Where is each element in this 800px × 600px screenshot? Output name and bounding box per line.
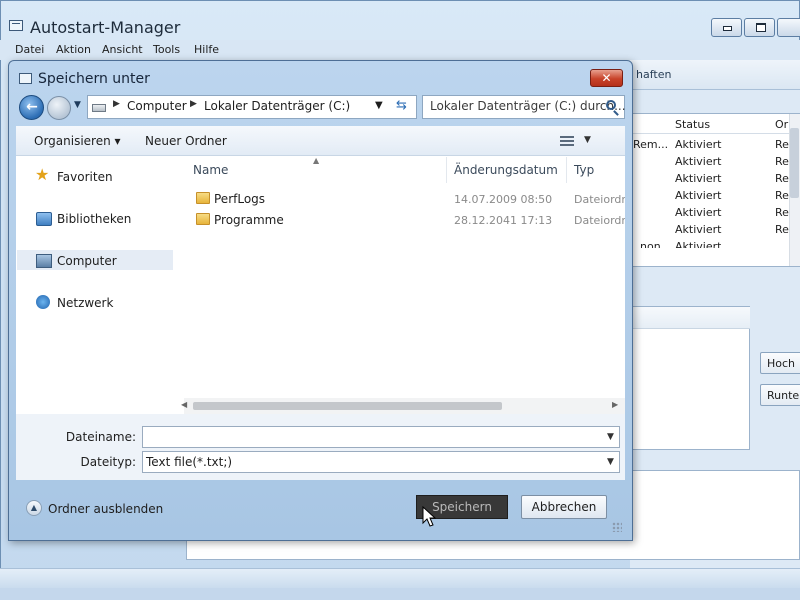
column-name[interactable]: Name bbox=[193, 163, 228, 177]
list-cell: Aktiviert bbox=[675, 138, 722, 151]
dialog-close-button[interactable]: ✕ bbox=[590, 69, 623, 87]
details-list-header bbox=[630, 307, 750, 329]
breadcrumb-chevron-icon[interactable]: ▶ bbox=[190, 99, 197, 109]
menu-tools[interactable]: Tools bbox=[153, 43, 180, 56]
menu-datei[interactable]: Datei bbox=[15, 43, 44, 56]
nav-label: Computer bbox=[57, 254, 117, 268]
view-dropdown-icon[interactable]: ▼ bbox=[584, 135, 591, 145]
filename-dropdown-icon[interactable]: ▼ bbox=[607, 432, 614, 442]
menu-bar: Datei Aktion Ansicht Tools Hilfe bbox=[0, 40, 800, 60]
mouse-cursor-icon bbox=[422, 506, 436, 527]
file-date: 28.12.2041 17:13 bbox=[454, 214, 553, 227]
menu-hilfe[interactable]: Hilfe bbox=[194, 43, 219, 56]
up-button[interactable]: Hoch bbox=[760, 352, 800, 374]
network-icon bbox=[36, 295, 50, 309]
minimize-icon bbox=[723, 26, 732, 31]
organize-button[interactable]: Organisieren ▾ bbox=[34, 134, 121, 148]
folder-icon bbox=[196, 192, 210, 204]
list-cell: Re bbox=[775, 189, 789, 202]
scroll-right-icon[interactable]: ▶ bbox=[612, 400, 618, 409]
filetype-label: Dateityp: bbox=[80, 455, 136, 469]
dialog-icon bbox=[19, 73, 32, 84]
filetype-dropdown-icon[interactable]: ▼ bbox=[607, 457, 614, 467]
column-status[interactable]: Status bbox=[675, 118, 710, 131]
file-date: 14.07.2009 08:50 bbox=[454, 193, 553, 206]
folder-icon bbox=[196, 213, 210, 225]
list-cell: Re bbox=[775, 223, 789, 236]
file-type: Dateiordner bbox=[574, 193, 625, 206]
refresh-icon[interactable]: ⇆ bbox=[396, 98, 407, 113]
close-button[interactable] bbox=[777, 18, 800, 37]
resize-grip[interactable] bbox=[612, 522, 622, 532]
breadcrumb-chevron-icon[interactable]: ▶ bbox=[113, 99, 120, 109]
navigation-pane bbox=[16, 156, 184, 414]
history-dropdown-icon[interactable]: ▼ bbox=[74, 100, 81, 110]
nav-label: Bibliotheken bbox=[57, 212, 132, 226]
filename-label: Dateiname: bbox=[65, 430, 136, 444]
column-date[interactable]: Änderungsdatum bbox=[454, 163, 558, 177]
back-arrow-icon: ← bbox=[26, 99, 38, 115]
nav-label: Netzwerk bbox=[57, 296, 114, 310]
dialog-title: Speichern unter bbox=[38, 71, 150, 87]
list-cell: Aktiviert bbox=[675, 223, 722, 236]
file-name[interactable]: PerfLogs bbox=[214, 192, 265, 206]
filetype-value: Text file(*.txt;) bbox=[146, 455, 233, 469]
filename-field[interactable] bbox=[142, 426, 620, 448]
list-cell: Aktiviert bbox=[675, 172, 722, 185]
forward-button[interactable] bbox=[47, 96, 71, 120]
status-bar bbox=[0, 568, 800, 588]
list-cell: Aktiviert bbox=[675, 240, 722, 248]
star-icon: ★ bbox=[35, 165, 50, 184]
app-icon bbox=[9, 20, 23, 31]
breadcrumb-drive[interactable]: Lokaler Datenträger (C:) bbox=[204, 99, 350, 113]
column-divider[interactable] bbox=[566, 157, 567, 183]
file-name[interactable]: Programme bbox=[214, 213, 284, 227]
view-options-icon[interactable] bbox=[560, 136, 574, 146]
file-type: Dateiordner bbox=[574, 214, 625, 227]
list-cell: Rem... bbox=[633, 138, 669, 151]
app-title: Autostart-Manager bbox=[30, 18, 181, 37]
minimize-button[interactable] bbox=[711, 18, 742, 37]
address-dropdown-icon[interactable]: ▼ bbox=[375, 100, 383, 111]
hide-folders-button[interactable]: Ordner ausblenden bbox=[48, 502, 163, 516]
list-cell: Re bbox=[775, 155, 789, 168]
list-cell: Aktiviert bbox=[675, 155, 722, 168]
list-scrollbar-thumb[interactable] bbox=[790, 128, 799, 198]
list-cell: Re bbox=[775, 172, 789, 185]
collapse-icon[interactable]: ▲ bbox=[26, 500, 42, 516]
column-origin[interactable]: Or bbox=[775, 118, 788, 131]
tab-properties[interactable]: haften bbox=[636, 68, 671, 81]
sort-ascending-icon: ▲ bbox=[313, 156, 320, 165]
list-cell: Re bbox=[775, 206, 789, 219]
taskbar-edge bbox=[0, 588, 800, 600]
maximize-button[interactable] bbox=[744, 18, 775, 37]
column-divider[interactable] bbox=[446, 157, 447, 183]
down-button[interactable]: Runter bbox=[760, 384, 800, 406]
list-cell: non bbox=[640, 240, 661, 248]
nav-label: Favoriten bbox=[57, 170, 113, 184]
new-folder-button[interactable]: Neuer Ordner bbox=[145, 134, 227, 148]
list-cell: Re bbox=[775, 138, 789, 151]
drive-icon bbox=[92, 104, 106, 112]
scroll-left-icon[interactable]: ◀ bbox=[181, 400, 187, 409]
maximize-icon bbox=[756, 23, 766, 32]
computer-icon bbox=[36, 254, 52, 268]
horizontal-scrollbar-thumb[interactable] bbox=[193, 402, 502, 410]
library-icon bbox=[36, 212, 52, 226]
list-cell: Aktiviert bbox=[675, 189, 722, 202]
breadcrumb-computer[interactable]: Computer bbox=[127, 99, 187, 113]
list-cell: Aktiviert bbox=[675, 206, 722, 219]
menu-ansicht[interactable]: Ansicht bbox=[102, 43, 143, 56]
column-type[interactable]: Typ bbox=[574, 163, 594, 177]
search-icon[interactable] bbox=[606, 100, 616, 110]
cancel-button[interactable]: Abbrechen bbox=[521, 495, 607, 519]
menu-aktion[interactable]: Aktion bbox=[56, 43, 91, 56]
search-placeholder: Lokaler Datenträger (C:) durch... bbox=[430, 99, 626, 113]
